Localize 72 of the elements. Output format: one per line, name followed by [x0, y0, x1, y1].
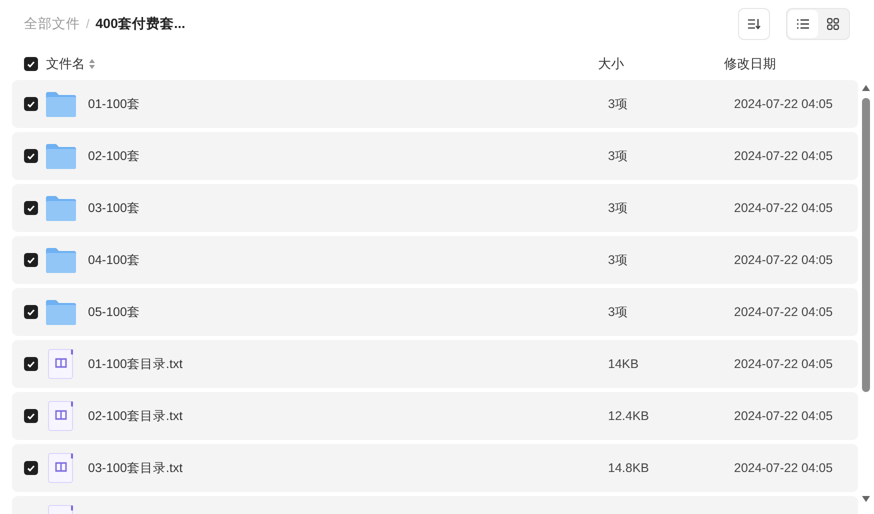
check-icon [27, 152, 35, 160]
file-row[interactable]: 03-100套目录.txt 14.8KB 2024-07-22 04:05 [12, 444, 858, 492]
check-icon [27, 204, 35, 212]
book-file-icon [48, 401, 74, 431]
checkbox[interactable] [24, 305, 38, 319]
file-size: 3项 [608, 148, 628, 163]
file-name[interactable]: 02-100套目录.txt [88, 406, 183, 426]
file-name[interactable]: 03-100套目录.txt [88, 458, 183, 478]
file-size: 14.8KB [608, 460, 650, 475]
scroll-down-icon[interactable] [861, 495, 871, 503]
folder-icon [46, 143, 76, 169]
modified-date: 2024-07-22 04:05 [734, 304, 833, 319]
list-icon [797, 19, 809, 29]
check-icon [27, 100, 35, 108]
file-size: 3项 [608, 304, 628, 319]
file-name[interactable]: 04-100套 [88, 250, 140, 270]
breadcrumb-current: 400套付费套... [95, 14, 186, 33]
file-size: 3项 [608, 200, 628, 215]
check-icon [27, 360, 35, 368]
file-name[interactable]: 01-100套目录.txt [88, 354, 183, 374]
folder-icon [46, 195, 76, 221]
file-name[interactable]: 05-100套 [88, 302, 140, 322]
scrollbar-thumb[interactable] [862, 98, 870, 392]
check-icon [27, 308, 35, 316]
modified-date: 2024-07-22 04:05 [734, 200, 833, 215]
column-header: 修改日期 [724, 56, 776, 72]
book-file-icon [48, 453, 74, 483]
sort-arrows-icon[interactable] [89, 59, 95, 69]
check-icon [27, 60, 35, 68]
grid-icon [827, 18, 839, 30]
folder-icon [46, 299, 76, 325]
modified-date: 2024-07-22 04:05 [734, 96, 833, 111]
scroll-up-icon[interactable] [861, 84, 871, 92]
list-view-button[interactable] [788, 10, 818, 38]
file-row[interactable]: 02-100套 3项 2024-07-22 04:05 [12, 132, 858, 180]
checkbox[interactable] [24, 149, 38, 163]
file-row[interactable]: 04-100套 3项 2024-07-22 04:05 [12, 236, 858, 284]
modified-date: 2024-07-22 04:05 [734, 148, 833, 163]
checkbox[interactable] [24, 57, 38, 71]
folder-icon [46, 247, 76, 273]
file-name[interactable]: 02-100套 [88, 146, 140, 166]
file-name[interactable]: 03-100套 [88, 198, 140, 218]
file-size: 3项 [608, 96, 628, 111]
checkbox[interactable] [24, 253, 38, 267]
modified-date: 2024-07-22 04:05 [734, 252, 833, 267]
checkbox[interactable] [24, 409, 38, 423]
file-size: 12.4KB [608, 408, 650, 423]
file-size: 14KB [608, 356, 639, 371]
sort-button[interactable] [738, 8, 770, 40]
checkbox[interactable] [24, 201, 38, 215]
checkbox[interactable] [24, 97, 38, 111]
sort-icon [747, 18, 761, 30]
breadcrumb-separator: / [86, 16, 90, 33]
modified-date: 2024-07-22 04:05 [734, 408, 833, 423]
folder-icon [46, 91, 76, 117]
file-row[interactable]: 03-100套 3项 2024-07-22 04:05 [12, 184, 858, 232]
checkbox[interactable] [24, 461, 38, 475]
check-icon [27, 412, 35, 420]
file-name[interactable]: 01-100套 [88, 94, 140, 114]
check-icon [27, 256, 35, 264]
column-header: 大小 [598, 56, 624, 72]
checkbox[interactable] [24, 357, 38, 371]
book-file-icon [48, 349, 74, 379]
check-icon [27, 464, 35, 472]
column-header[interactable]: 文件名 [46, 54, 85, 74]
file-row[interactable]: 02-100套目录.txt 12.4KB 2024-07-22 04:05 [12, 392, 858, 440]
file-size: 3项 [608, 252, 628, 267]
modified-date: 2024-07-22 04:05 [734, 460, 833, 475]
file-row[interactable]: 01-100套目录.txt 14KB 2024-07-22 04:05 [12, 340, 858, 388]
file-row[interactable]: 01-100套 3项 2024-07-22 04:05 [12, 80, 858, 128]
file-row[interactable]: 05-100套 3项 2024-07-22 04:05 [12, 288, 858, 336]
modified-date: 2024-07-22 04:05 [734, 356, 833, 371]
